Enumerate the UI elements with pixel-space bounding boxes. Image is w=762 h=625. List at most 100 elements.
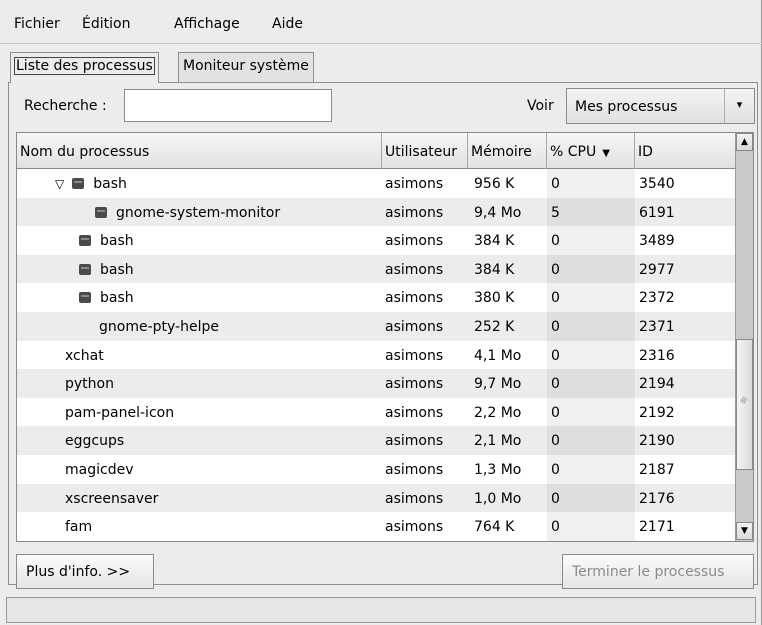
column-header-user[interactable]: Utilisateur (382, 133, 468, 169)
pid-cell: 2977 (639, 261, 675, 278)
memory-cell: 764 K (474, 519, 515, 536)
process-name-cell: ▽ bash (55, 176, 127, 192)
process-name-cell: xchat (65, 348, 104, 364)
memory-cell: 956 K (474, 176, 515, 192)
terminal-icon (79, 235, 91, 247)
process-name-cell: bash (79, 290, 134, 306)
cpu-column-shade (547, 397, 635, 427)
cpu-cell: 0 (551, 318, 560, 335)
cpu-column-shade (547, 340, 635, 370)
scroll-up-icon[interactable]: ▲ (736, 133, 753, 151)
memory-cell: 384 K (474, 233, 515, 250)
table-row[interactable]: pam-panel-icon asimons 2,2 Mo 0 2192 (17, 397, 736, 427)
column-label: Nom du processus (20, 144, 150, 160)
cpu-cell: 0 (551, 376, 560, 393)
scrollbar-thumb[interactable]: ≡ (736, 339, 753, 470)
end-process-button[interactable]: Terminer le processus (562, 554, 754, 589)
pid-cell: 2371 (639, 318, 675, 335)
vertical-scrollbar[interactable]: ▲ ≡ ▼ (735, 133, 753, 541)
process-table: Nom du processus Utilisateur Mémoire % C… (16, 132, 754, 542)
view-label: Voir (527, 98, 554, 114)
pid-cell: 2316 (639, 347, 675, 364)
cpu-column-shade (547, 311, 635, 341)
pid-cell: 2176 (639, 490, 675, 507)
table-row[interactable]: gnome-pty-helpe asimons 252 K 0 2371 (17, 311, 736, 341)
process-name: bash (100, 290, 134, 307)
terminal-icon (72, 178, 85, 189)
cpu-cell: 0 (551, 176, 560, 192)
process-name-cell: bash (79, 262, 134, 278)
more-info-button[interactable]: Plus d'info. >> (16, 554, 154, 589)
sort-down-icon: ▼ (602, 148, 610, 159)
memory-cell: 252 K (474, 318, 515, 335)
table-row[interactable]: magicdev asimons 1,3 Mo 0 2187 (17, 454, 736, 484)
view-dropdown[interactable]: Mes processus ▾ (566, 88, 755, 124)
menu-bar: Fichier Édition Affichage Aide (0, 0, 762, 44)
table-row[interactable]: bash asimons 384 K 0 2977 (17, 254, 736, 284)
column-header-cpu[interactable]: % CPU ▼ (547, 133, 635, 169)
cpu-cell: 0 (551, 519, 560, 536)
table-row[interactable]: eggcups asimons 2,1 Mo 0 2190 (17, 426, 736, 455)
table-body: ▽ bash asimons 956 K 0 3540 gnome-system-monit… (17, 169, 736, 541)
tab-system-monitor[interactable]: Moniteur système (178, 52, 314, 82)
process-name: gnome-pty-helpe (99, 318, 219, 335)
table-row[interactable]: xscreensaver asimons 1,0 Mo 0 2176 (17, 483, 736, 513)
table-row[interactable]: fam asimons 764 K 0 2171 (17, 512, 736, 541)
column-label: Mémoire (471, 144, 532, 160)
menu-label: Affichage (174, 16, 240, 32)
process-name-cell: gnome-pty-helpe (99, 319, 219, 335)
table-row[interactable]: bash asimons 380 K 0 2372 (17, 283, 736, 312)
terminal-icon (95, 206, 107, 218)
process-name: bash (100, 261, 134, 278)
process-name-cell: eggcups (65, 433, 124, 449)
process-name: magicdev (65, 461, 134, 478)
user-cell: asimons (385, 376, 444, 393)
process-name: fam (65, 519, 93, 536)
tab-process-list[interactable]: Liste des processus (10, 52, 159, 83)
process-name-cell: xscreensaver (65, 491, 158, 507)
table-row[interactable]: bash asimons 384 K 0 3489 (17, 226, 736, 255)
user-cell: asimons (385, 519, 444, 536)
button-label: Terminer le processus (572, 564, 725, 580)
search-input[interactable] (124, 89, 332, 122)
menu-label: Aide (272, 16, 303, 32)
scroll-down-icon[interactable]: ▼ (736, 522, 753, 540)
cpu-cell: 0 (551, 490, 560, 507)
pid-cell: 2192 (639, 404, 675, 421)
search-label: Recherche : (24, 98, 107, 114)
user-cell: asimons (385, 461, 444, 478)
memory-cell: 1,3 Mo (474, 461, 522, 478)
table-row[interactable]: python asimons 9,7 Mo 0 2194 (17, 369, 736, 398)
column-label: ID (638, 144, 653, 160)
column-header-memory[interactable]: Mémoire (468, 133, 547, 169)
column-header-id[interactable]: ID (635, 133, 736, 169)
process-name: bash (100, 233, 134, 250)
table-row[interactable]: gnome-system-monitor asimons 9,4 Mo 5 6191 (17, 197, 736, 227)
cpu-column-shade (547, 254, 635, 284)
column-header-name[interactable]: Nom du processus (17, 133, 382, 169)
cpu-column-shade (547, 197, 635, 227)
pid-cell: 3540 (639, 176, 675, 192)
user-cell: asimons (385, 318, 444, 335)
cpu-cell: 0 (551, 461, 560, 478)
menu-aide[interactable]: Aide (272, 16, 303, 32)
process-name-cell: magicdev (65, 462, 133, 478)
menu-fichier[interactable]: Fichier (14, 16, 60, 32)
pid-cell: 2171 (639, 519, 675, 536)
process-name-cell: bash (79, 233, 134, 249)
memory-cell: 9,4 Mo (474, 204, 522, 221)
expander-icon[interactable]: ▽ (55, 177, 64, 191)
process-name: gnome-system-monitor (116, 204, 281, 221)
menu-edition[interactable]: Édition (82, 16, 130, 32)
process-name-cell: fam (65, 519, 92, 535)
memory-cell: 4,1 Mo (474, 347, 522, 364)
pid-cell: 2190 (639, 433, 675, 450)
table-row[interactable]: xchat asimons 4,1 Mo 0 2316 (17, 340, 736, 370)
cpu-cell: 0 (551, 347, 560, 364)
menu-affichage[interactable]: Affichage (174, 16, 240, 32)
cpu-column-shade (547, 512, 635, 541)
table-row[interactable]: ▽ bash asimons 956 K 0 3540 (17, 169, 736, 198)
process-name: pam-panel-icon (65, 404, 175, 421)
menu-label: Fichier (14, 16, 60, 32)
memory-cell: 1,0 Mo (474, 490, 522, 507)
